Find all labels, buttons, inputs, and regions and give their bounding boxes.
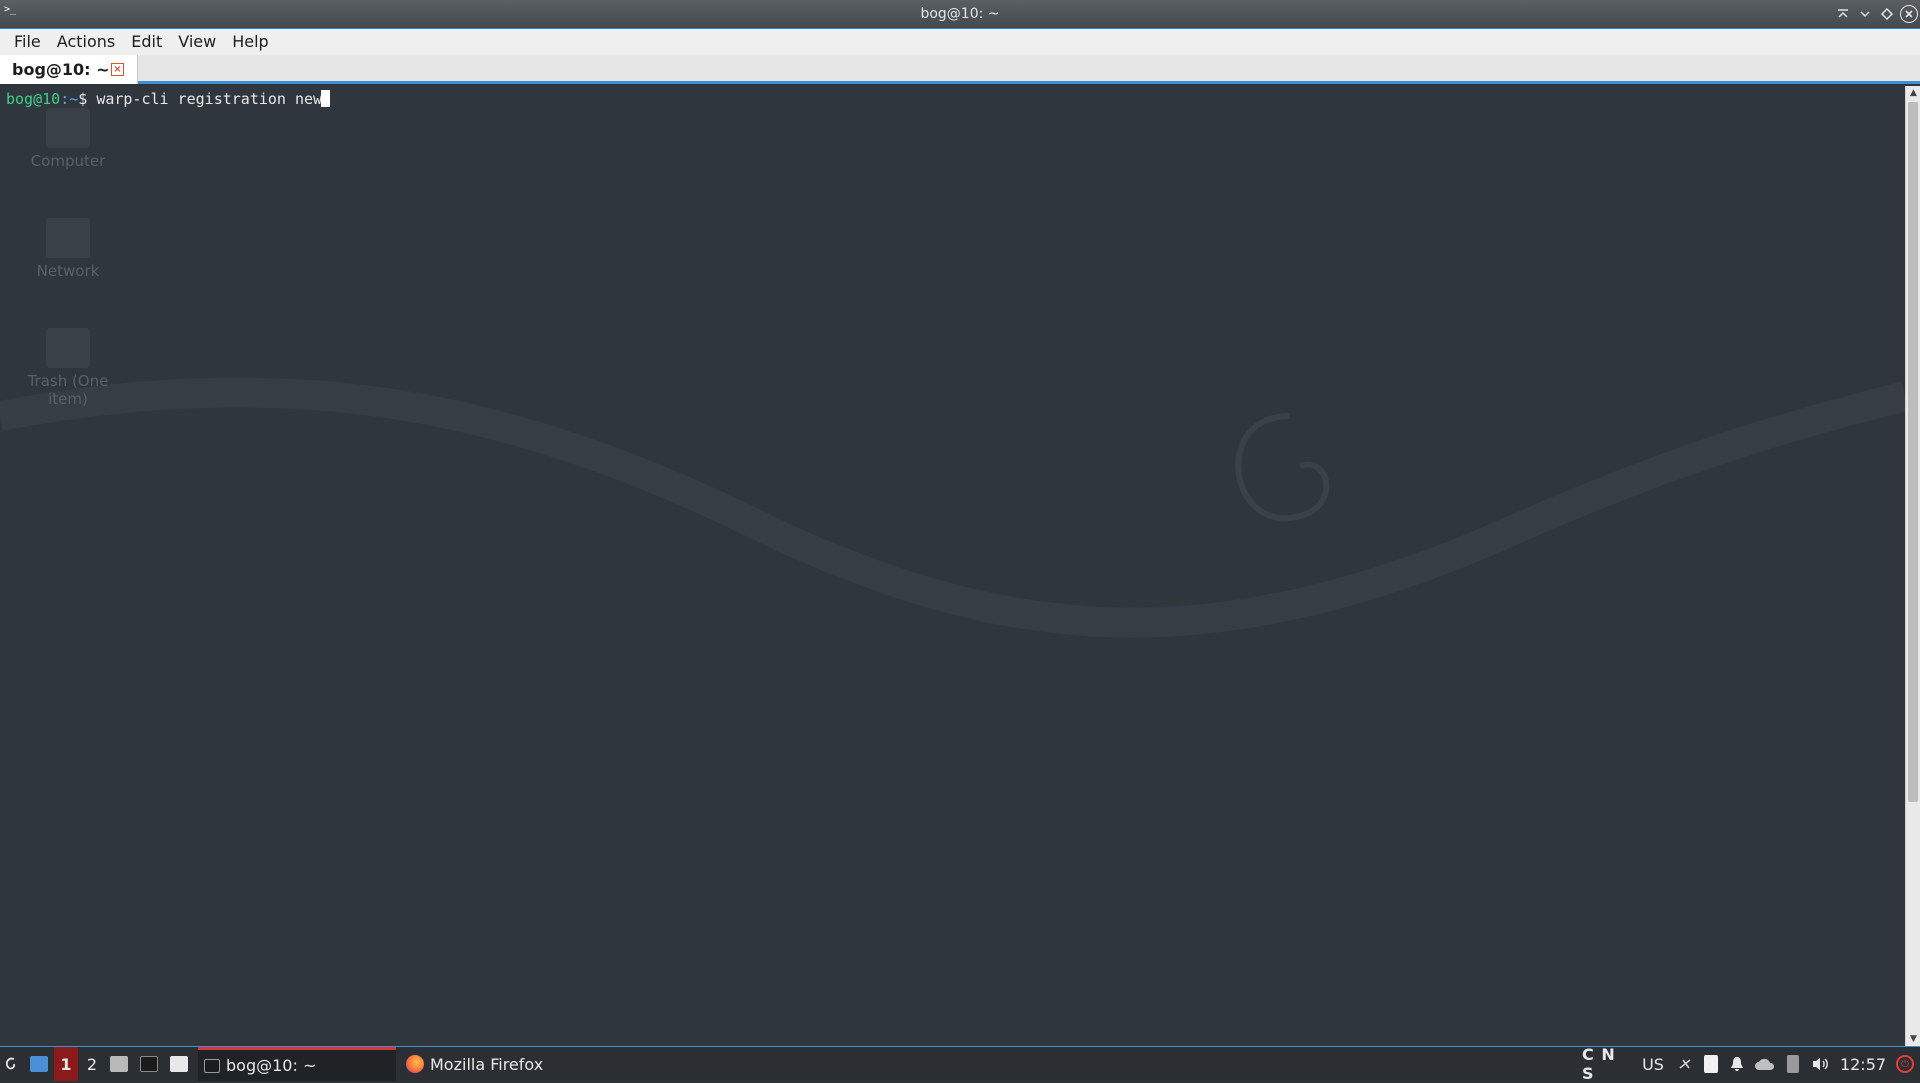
- prompt-user: bog@10: [6, 90, 61, 108]
- terminal-view[interactable]: Computer Network Trash (One item) bog@10…: [0, 86, 1905, 1046]
- terminal-scrollbar[interactable]: ▲ ▼: [1905, 86, 1920, 1046]
- desktop-icon-network[interactable]: Network: [13, 218, 123, 280]
- tab-close-icon[interactable]: ×: [111, 63, 124, 76]
- menu-edit[interactable]: Edit: [123, 29, 170, 55]
- window-titlebar[interactable]: >_ bog@10: ~: [0, 0, 1920, 29]
- keyboard-layout-indicator[interactable]: US: [1638, 1047, 1668, 1081]
- computer-icon: [46, 108, 90, 148]
- network-icon: [46, 218, 90, 258]
- minimize-icon[interactable]: [1856, 5, 1874, 23]
- prompt-path: :~: [60, 90, 79, 108]
- desktop-icon-label: Trash (One item): [27, 372, 109, 408]
- task-label: Mozilla Firefox: [430, 1054, 544, 1074]
- keep-above-icon[interactable]: [1834, 5, 1852, 23]
- storage-tray-icon[interactable]: [1782, 1047, 1804, 1081]
- volume-icon[interactable]: [1808, 1047, 1832, 1081]
- cloud-tray-icon[interactable]: [1752, 1047, 1778, 1081]
- keyboard-locks-indicator[interactable]: C N S: [1582, 1045, 1634, 1083]
- terminal-launcher-icon[interactable]: [136, 1047, 162, 1081]
- menu-bar: File Actions Edit View Help: [0, 29, 1920, 55]
- scroll-down-icon[interactable]: ▼: [1906, 1032, 1920, 1046]
- trash-icon: [46, 328, 90, 368]
- notification-bell-icon[interactable]: [1726, 1047, 1748, 1081]
- text-cursor: [321, 90, 331, 107]
- desktop-icon-label: Network: [36, 262, 100, 280]
- maximize-icon[interactable]: [1878, 5, 1896, 23]
- terminal-icon: [204, 1058, 220, 1073]
- menu-actions[interactable]: Actions: [49, 29, 123, 55]
- file-manager-launcher-icon[interactable]: [106, 1047, 132, 1081]
- wallpaper-swoosh: [0, 366, 1905, 1046]
- prompt-symbol: $: [78, 90, 97, 108]
- desktop-icon-label: Computer: [30, 152, 106, 170]
- network-tray-icon[interactable]: [1674, 1047, 1696, 1081]
- scroll-thumb[interactable]: [1908, 102, 1918, 802]
- clipboard-tray-icon[interactable]: [1700, 1047, 1722, 1081]
- tab-label: bog@10: ~: [12, 60, 110, 79]
- menu-view[interactable]: View: [170, 29, 224, 55]
- task-terminal[interactable]: bog@10: ~: [198, 1047, 396, 1081]
- window-title: bog@10: ~: [920, 6, 1000, 22]
- close-icon[interactable]: [1900, 5, 1918, 23]
- menu-file[interactable]: File: [6, 29, 49, 55]
- terminal-icon[interactable]: >_: [4, 5, 16, 15]
- clock[interactable]: 12:57: [1836, 1047, 1890, 1081]
- scroll-up-icon[interactable]: ▲: [1906, 86, 1920, 100]
- workspace-1[interactable]: 1: [54, 1047, 78, 1081]
- tab-bar: bog@10: ~ ×: [0, 55, 1920, 84]
- taskbar: 1 2 bog@10: ~ Mozilla Firefox C N S US 1…: [0, 1045, 1920, 1083]
- firefox-icon: [406, 1055, 424, 1073]
- text-editor-launcher-icon[interactable]: [166, 1047, 192, 1081]
- tab-terminal[interactable]: bog@10: ~ ×: [0, 55, 138, 84]
- desktop-icon-trash[interactable]: Trash (One item): [13, 328, 123, 408]
- task-label: bog@10: ~: [226, 1056, 317, 1075]
- terminal-command: warp-cli registration new: [96, 90, 323, 108]
- menu-help[interactable]: Help: [224, 29, 276, 55]
- task-firefox[interactable]: Mozilla Firefox: [400, 1047, 600, 1081]
- terminal-prompt-line: bog@10:~$ warp-cli registration new: [6, 89, 331, 109]
- show-desktop-icon[interactable]: [26, 1047, 52, 1081]
- window-buttons: [1834, 3, 1918, 25]
- desktop-icon-computer[interactable]: Computer: [13, 108, 123, 170]
- power-button[interactable]: ⏻: [1893, 1047, 1917, 1081]
- workspace-2[interactable]: 2: [80, 1047, 104, 1081]
- power-icon: ⏻: [1896, 1055, 1914, 1073]
- debian-menu-icon[interactable]: [0, 1047, 22, 1081]
